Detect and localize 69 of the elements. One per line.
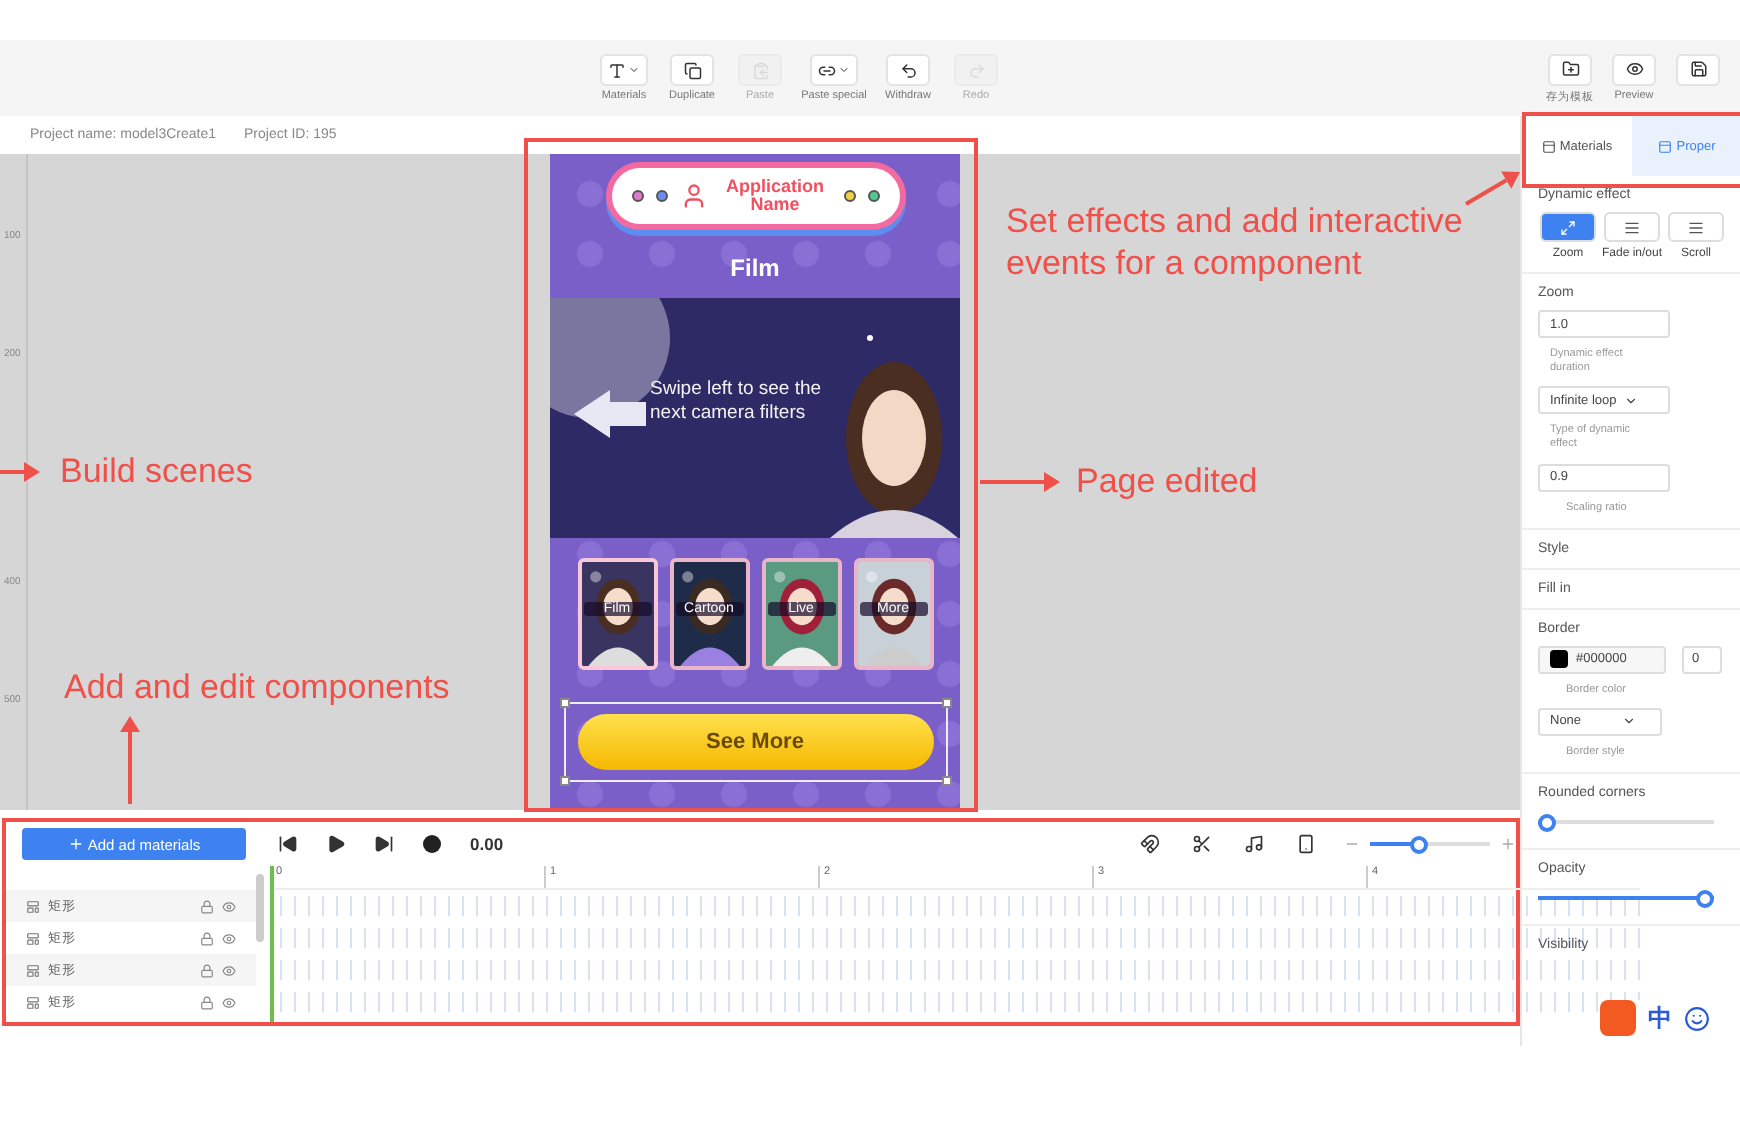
- clipboard-icon: [751, 61, 769, 79]
- eye-icon[interactable]: [222, 899, 236, 913]
- skip-forward-icon[interactable]: [374, 834, 394, 854]
- redo-icon: [967, 61, 985, 79]
- annotation-text: Page edited: [1076, 460, 1258, 503]
- eye-icon: [1625, 60, 1643, 78]
- phone-icon[interactable]: [1295, 834, 1316, 854]
- zoom-icon: [1559, 219, 1576, 235]
- scrollbar[interactable]: [256, 874, 264, 942]
- link-icon: [818, 61, 836, 79]
- eye-icon[interactable]: [222, 931, 236, 945]
- ime-logo-icon[interactable]: [1600, 1000, 1636, 1036]
- lines-icon: [1624, 219, 1640, 235]
- plus-icon: [67, 836, 84, 852]
- selection-frame[interactable]: See More: [563, 702, 947, 782]
- layer-icon: [26, 963, 40, 977]
- record-icon[interactable]: [422, 834, 442, 854]
- annotation-text: Add and edit components: [64, 666, 450, 709]
- lock-icon[interactable]: [200, 899, 214, 913]
- toolbar-button[interactable]: [600, 54, 648, 86]
- play-icon[interactable]: [326, 834, 346, 854]
- layer-icon: [26, 995, 40, 1009]
- magnet-icon[interactable]: [1139, 834, 1160, 854]
- copy-icon: [683, 61, 701, 79]
- folder-plus-icon: [1561, 60, 1579, 78]
- annotation-text: Set effects and add interactive events for a component: [1006, 200, 1465, 285]
- music-icon[interactable]: [1243, 834, 1264, 854]
- page-title: Film: [730, 254, 780, 282]
- effect-button[interactable]: [1604, 212, 1660, 242]
- lock-icon[interactable]: [200, 963, 214, 977]
- lines-icon: [1688, 219, 1704, 235]
- effect-button[interactable]: [1539, 212, 1596, 242]
- panel-icon: [1658, 139, 1673, 153]
- annotation-text: Build scenes: [60, 450, 253, 493]
- text-icon: [608, 61, 626, 79]
- toolbar-button[interactable]: [1612, 53, 1656, 85]
- avatar-icon: [679, 182, 707, 210]
- annotation-arrow: [120, 716, 140, 804]
- annotation-arrow: [980, 472, 1060, 492]
- caret-icon: [1624, 393, 1639, 408]
- eye-icon[interactable]: [222, 963, 236, 977]
- scissors-icon[interactable]: [1191, 834, 1212, 854]
- toolbar-button[interactable]: [1548, 53, 1592, 85]
- save-button[interactable]: [1676, 53, 1720, 85]
- color-swatch[interactable]: [1550, 650, 1568, 669]
- opacity-slider[interactable]: [1538, 889, 1714, 908]
- time-display: 0.00: [470, 834, 504, 854]
- eye-icon[interactable]: [222, 995, 236, 1009]
- toolbar-button[interactable]: [670, 54, 714, 86]
- app-name: Application Name: [724, 177, 826, 215]
- lock-icon[interactable]: [200, 995, 214, 1009]
- annotation-arrow: [1464, 171, 1520, 206]
- smiley-icon[interactable]: [1684, 1005, 1710, 1031]
- lock-icon[interactable]: [200, 931, 214, 945]
- see-more-button[interactable]: See More: [577, 714, 933, 770]
- panel-icon: [1541, 139, 1556, 153]
- layer-icon: [26, 899, 40, 913]
- caret-icon: [628, 64, 640, 76]
- save-icon: [1689, 60, 1707, 78]
- annotation-arrow: [0, 462, 40, 482]
- toolbar-button[interactable]: [810, 54, 858, 86]
- caret-icon: [1621, 714, 1636, 729]
- effect-button[interactable]: [1668, 212, 1724, 242]
- skip-back-icon[interactable]: [278, 834, 298, 854]
- caret-icon: [838, 64, 850, 76]
- undo-icon: [899, 61, 917, 79]
- swipe-hint: Swipe left to see the next camera filters: [650, 378, 824, 428]
- layer-icon: [26, 931, 40, 945]
- toolbar-button[interactable]: [886, 54, 930, 86]
